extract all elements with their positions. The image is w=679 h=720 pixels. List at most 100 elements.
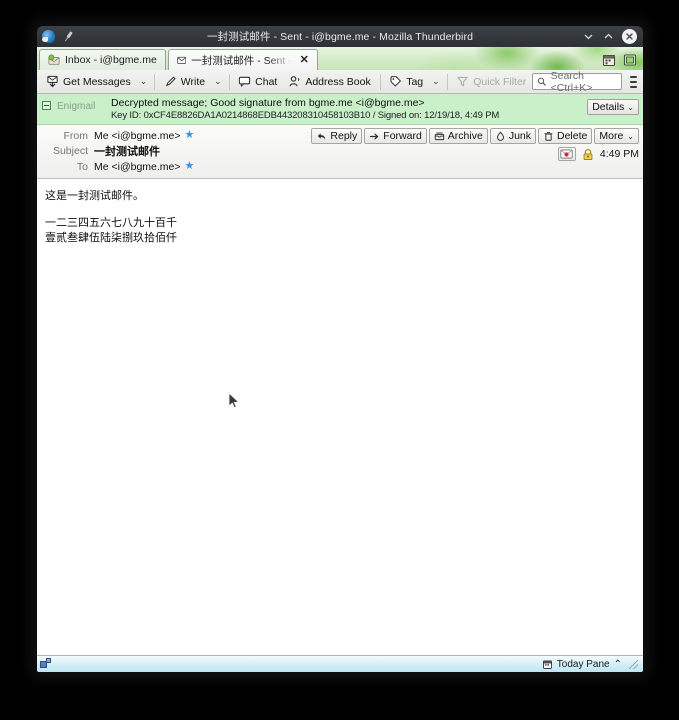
body-line: 一二三四五六七八九十百千 xyxy=(45,215,177,229)
main-toolbar: Get Messages ⌄ Write ⌄ Chat Address Book… xyxy=(37,70,643,94)
archive-icon xyxy=(434,132,445,140)
junk-button[interactable]: Junk xyxy=(489,128,536,145)
write-dropdown[interactable]: ⌄ xyxy=(211,76,225,87)
status-bar: Today Pane ⌃ xyxy=(37,655,643,672)
collapse-box-icon[interactable] xyxy=(42,101,51,110)
star-icon[interactable]: ★ xyxy=(185,130,195,141)
get-messages-button[interactable]: Get Messages xyxy=(41,73,136,90)
toolbar-separator xyxy=(379,73,381,90)
more-label: More xyxy=(599,130,624,143)
get-messages-label: Get Messages xyxy=(63,75,131,88)
toolbar-separator xyxy=(228,73,230,90)
pencil-icon xyxy=(165,76,176,87)
from-value-wrap[interactable]: Me <i@bgme.me> ★ xyxy=(94,130,194,142)
toolbar-separator xyxy=(446,73,448,90)
message-meta: 4:49 PM xyxy=(557,147,639,162)
archive-button[interactable]: Archive xyxy=(428,128,488,145)
to-value: Me <i@bgme.me> xyxy=(94,160,181,173)
archive-label: Archive xyxy=(447,130,483,143)
chevron-down-icon: ⌄ xyxy=(627,102,634,112)
from-label: From xyxy=(63,129,89,142)
subject-label: Subject xyxy=(52,145,88,158)
write-button[interactable]: Write xyxy=(159,73,210,90)
tag-dropdown[interactable]: ⌄ xyxy=(429,76,443,87)
tag-button[interactable]: Tag xyxy=(384,73,428,90)
chat-button[interactable]: Chat xyxy=(233,73,282,90)
chevron-up-icon: ⌃ xyxy=(613,658,622,670)
tag-label: Tag xyxy=(406,75,424,88)
to-row: To Me <i@bgme.me> ★ xyxy=(42,159,638,174)
tab-message[interactable]: 一封测试邮件 - Sent - i@bg ✕ xyxy=(167,49,318,70)
delete-button[interactable]: Delete xyxy=(538,128,593,145)
chat-label: Chat xyxy=(255,75,278,88)
window-title: 一封测试邮件 - Sent - i@bgme.me - Mozilla Thun… xyxy=(206,31,474,43)
hamburger-menu-icon[interactable] xyxy=(628,73,639,91)
forward-label: Forward xyxy=(383,130,422,143)
tab-bar: Inbox - i@bgme.me 一封测试邮件 - Sent - i@bg ✕ xyxy=(37,47,643,70)
tab-label: Inbox - i@bgme.me xyxy=(65,54,157,66)
forward-button[interactable]: Forward xyxy=(364,128,427,145)
junk-icon xyxy=(496,131,504,141)
enigmail-signature-status: Decrypted message; Good signature from b… xyxy=(111,97,425,109)
address-book-button[interactable]: Address Book xyxy=(283,73,375,90)
trash-icon xyxy=(544,131,553,141)
from-value: Me <i@bgme.me> xyxy=(94,129,181,142)
search-input[interactable]: Search <Ctrl+K> xyxy=(532,70,622,94)
minimize-button[interactable] xyxy=(582,30,595,43)
calendar-events-icon[interactable] xyxy=(602,53,616,67)
enigmail-status-bar: Enigmail Decrypted message; Good signatu… xyxy=(37,94,643,126)
forward-icon xyxy=(370,133,379,140)
envelope-icon xyxy=(177,56,186,64)
quick-filter-button[interactable]: Quick Filter xyxy=(451,73,531,90)
body-line: 这是一封测试邮件。 xyxy=(45,189,144,203)
reply-label: Reply xyxy=(330,130,358,143)
body-blank-line xyxy=(45,204,635,215)
address-book-icon xyxy=(289,76,300,87)
quick-filter-label: Quick Filter xyxy=(473,75,527,88)
today-pane-toggle[interactable]: Today Pane ⌃ xyxy=(542,659,640,670)
funnel-icon xyxy=(457,76,468,87)
pin-icon[interactable] xyxy=(59,27,77,45)
search-placeholder: Search <Ctrl+K> xyxy=(550,69,593,94)
delete-label: Delete xyxy=(557,130,588,143)
tab-list-icon[interactable] xyxy=(623,53,637,67)
enigmail-key-info: Key ID: 0xCF4E8826DA1A0214868EDB44320831… xyxy=(111,109,500,121)
tab-inbox[interactable]: Inbox - i@bgme.me xyxy=(39,49,166,70)
window-titlebar: 一封测试邮件 - Sent - i@bgme.me - Mozilla Thun… xyxy=(37,26,643,47)
to-label: To xyxy=(76,160,88,173)
star-icon[interactable]: ★ xyxy=(185,161,195,172)
message-header: Reply Forward Archive Junk Delete More ⌄… xyxy=(37,125,643,180)
message-body[interactable]: 这是一封测试邮件。 一二三四五六七八九十百千 壹贰叁肆伍陆柒捌玖拾佰仟 xyxy=(37,179,643,655)
desktop-background: 一封测试邮件 - Sent - i@bgme.me - Mozilla Thun… xyxy=(0,0,679,720)
calendar-icon xyxy=(542,660,552,669)
more-button[interactable]: More ⌄ xyxy=(594,128,639,145)
encrypted-envelope-icon[interactable] xyxy=(557,147,576,162)
enigmail-text: Decrypted message; Good signature from b… xyxy=(111,97,581,121)
get-messages-dropdown[interactable]: ⌄ xyxy=(137,76,151,87)
tab-close-button[interactable]: ✕ xyxy=(300,54,309,66)
message-actions: Reply Forward Archive Junk Delete More ⌄ xyxy=(311,128,639,145)
thunderbird-window: 一封测试邮件 - Sent - i@bgme.me - Mozilla Thun… xyxy=(36,25,644,673)
inbox-icon xyxy=(48,54,60,65)
close-button[interactable] xyxy=(622,29,637,44)
offline-status-icon[interactable] xyxy=(40,658,53,670)
maximize-button[interactable] xyxy=(602,30,615,43)
reply-icon xyxy=(318,133,326,140)
details-label: Details xyxy=(592,101,625,113)
body-line: 壹贰叁肆伍陆柒捌玖拾佰仟 xyxy=(45,230,177,244)
download-mail-icon xyxy=(47,75,58,88)
lock-icon[interactable] xyxy=(582,148,594,161)
today-pane-label: Today Pane xyxy=(556,658,610,670)
subject-row: Subject 一封测试邮件 xyxy=(42,143,638,159)
resize-grip[interactable] xyxy=(629,659,638,669)
chevron-down-icon: ⌄ xyxy=(627,131,634,141)
enigmail-details-button[interactable]: Details ⌄ xyxy=(587,99,639,115)
address-book-label: Address Book xyxy=(305,75,371,88)
chat-bubble-icon xyxy=(239,76,251,87)
reply-button[interactable]: Reply xyxy=(311,128,363,145)
tab-label: 一封测试邮件 - Sent - i@bg xyxy=(191,54,292,67)
to-value-wrap[interactable]: Me <i@bgme.me> ★ xyxy=(94,161,194,173)
message-time: 4:49 PM xyxy=(599,148,639,161)
write-label: Write xyxy=(180,75,206,88)
tag-icon xyxy=(390,76,402,87)
